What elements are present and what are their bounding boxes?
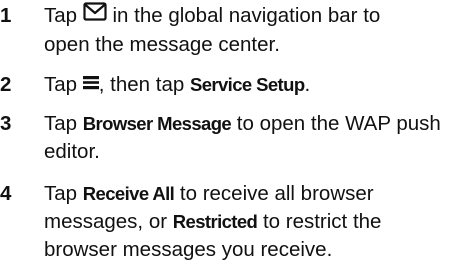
step-text: Tap Browser Message to open the WAP push… <box>44 110 453 166</box>
ui-term: Service Setup <box>189 74 305 95</box>
text-segment: browser messages you receive. <box>44 238 333 261</box>
step-text: Tap , then tap Service Setup. <box>44 71 453 100</box>
step-text: Tap Receive All to receive all browser m… <box>44 180 453 264</box>
text-segment: . <box>304 73 311 96</box>
step-text: Tap in the global navigation bar to open… <box>44 1 453 59</box>
text-segment: to restrict the <box>262 210 382 233</box>
text-segment: Tap <box>44 73 78 96</box>
step-number: 3 <box>0 112 12 135</box>
text-segment: Tap <box>44 182 78 205</box>
menu-icon <box>82 70 99 98</box>
ui-term: Receive All <box>82 183 175 204</box>
text-segment: Tap <box>44 4 78 27</box>
envelope-icon <box>83 1 107 29</box>
text-segment: , then tap <box>98 73 185 96</box>
text-segment: editor. <box>44 140 100 163</box>
text-segment: to receive all browser <box>179 182 374 205</box>
text-segment: messages, or <box>44 210 168 233</box>
text-segment: open the message center. <box>44 32 280 56</box>
text-segment: to open the WAP push <box>236 112 441 135</box>
text-segment: in the global navigation bar to <box>112 4 381 27</box>
ui-term: Browser Message <box>82 113 232 134</box>
text-segment: Tap <box>44 112 78 135</box>
step-number: 4 <box>0 182 12 205</box>
ui-term: Restricted <box>172 211 258 232</box>
step-number: 1 <box>0 4 12 27</box>
step-number: 2 <box>0 73 12 96</box>
